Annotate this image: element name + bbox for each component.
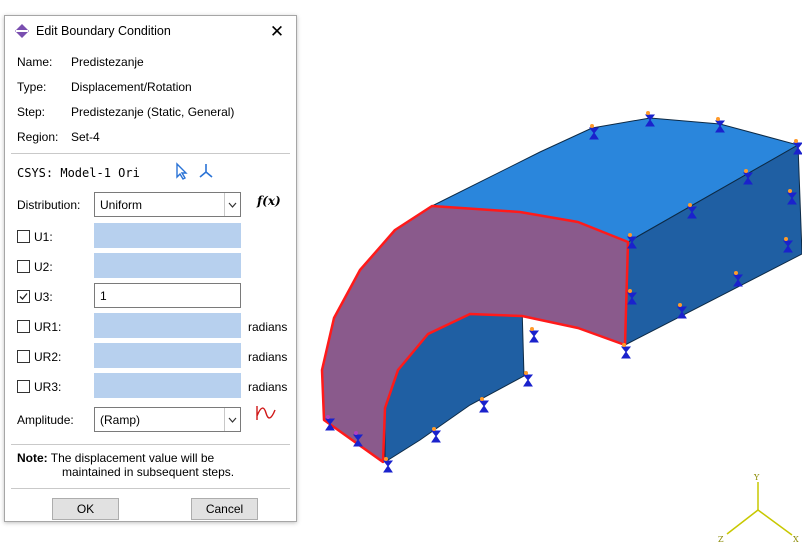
ur1-label: UR1: <box>34 320 62 334</box>
note-line-2: maintained in subsequent steps. <box>62 465 235 479</box>
checkmark-icon <box>19 293 28 300</box>
fx-button[interactable]: f(x) <box>257 194 281 208</box>
step-label: Step: <box>17 105 46 119</box>
name-row: Name: Predistezanje <box>17 55 144 69</box>
region-label: Region: <box>17 130 59 144</box>
type-row: Type: Displacement/Rotation <box>17 80 192 94</box>
u2-checkbox[interactable] <box>17 260 30 273</box>
amplitude-label: Amplitude: <box>17 413 74 427</box>
triad-label-z: Z <box>718 535 724 544</box>
name-value: Predistezanje <box>71 55 144 69</box>
u1-input[interactable] <box>94 223 241 248</box>
edit-boundary-condition-dialog: Edit Boundary Condition ✕ Name: Predistez… <box>4 15 297 522</box>
ur2-input[interactable] <box>94 343 241 368</box>
ur3-input[interactable] <box>94 373 241 398</box>
u3-input[interactable]: 1 <box>94 283 241 308</box>
csys-value: Model-1 Ori <box>60 166 140 180</box>
region-value: Set-4 <box>71 130 100 144</box>
ur3-checkbox[interactable] <box>17 380 30 393</box>
ur3-unit: radians <box>248 380 288 394</box>
u1-checkbox[interactable] <box>17 230 30 243</box>
create-amplitude-icon[interactable] <box>255 404 277 422</box>
close-button[interactable]: ✕ <box>258 16 296 47</box>
divider <box>11 488 290 489</box>
amplitude-select[interactable]: (Ramp) <box>94 407 241 432</box>
note-label: Note: <box>17 451 48 465</box>
ur1-input[interactable] <box>94 313 241 338</box>
u3-checkbox[interactable] <box>17 290 30 303</box>
distribution-value: Uniform <box>100 198 143 212</box>
ur2-unit: radians <box>248 350 288 364</box>
region-row: Region: Set-4 <box>17 130 100 144</box>
type-value: Displacement/Rotation <box>71 80 192 94</box>
dialog-title: Edit Boundary Condition <box>36 24 171 38</box>
cancel-button[interactable]: Cancel <box>191 498 258 520</box>
ur2-label: UR2: <box>34 350 62 364</box>
select-csys-arrow-icon[interactable] <box>173 162 191 180</box>
chevron-down-icon <box>224 408 240 431</box>
type-label: Type: <box>17 80 47 94</box>
csys-label: CSYS: <box>17 166 54 180</box>
divider <box>11 444 290 445</box>
amplitude-value: (Ramp) <box>100 413 141 427</box>
ur3-label: UR3: <box>34 380 62 394</box>
u3-label: U3: <box>34 290 53 304</box>
u2-input[interactable] <box>94 253 241 278</box>
u1-label: U1: <box>34 230 53 244</box>
axis-triad <box>726 482 793 536</box>
distribution-label: Distribution: <box>17 198 81 212</box>
ok-button[interactable]: OK <box>52 498 119 520</box>
name-label: Name: <box>17 55 53 69</box>
ur1-unit: radians <box>248 320 288 334</box>
divider <box>11 153 290 154</box>
ur1-checkbox[interactable] <box>17 320 30 333</box>
triad-label-x: X <box>793 535 799 544</box>
create-csys-icon[interactable] <box>197 162 215 180</box>
triad-label-y: Y <box>753 473 760 482</box>
note-text: Note: The displacement value will be mai… <box>17 451 289 479</box>
dialog-titlebar[interactable]: Edit Boundary Condition ✕ <box>5 16 296 47</box>
ur2-checkbox[interactable] <box>17 350 30 363</box>
note-line-1: The displacement value will be <box>50 451 215 465</box>
boundary-condition-icon <box>15 24 29 38</box>
distribution-select[interactable]: Uniform <box>94 192 241 217</box>
step-row: Step: Predistezanje (Static, General) <box>17 105 234 119</box>
chevron-down-icon <box>224 193 240 216</box>
csys-row: CSYS: Model-1 Ori <box>17 166 140 180</box>
step-value: Predistezanje (Static, General) <box>71 105 235 119</box>
u2-label: U2: <box>34 260 53 274</box>
